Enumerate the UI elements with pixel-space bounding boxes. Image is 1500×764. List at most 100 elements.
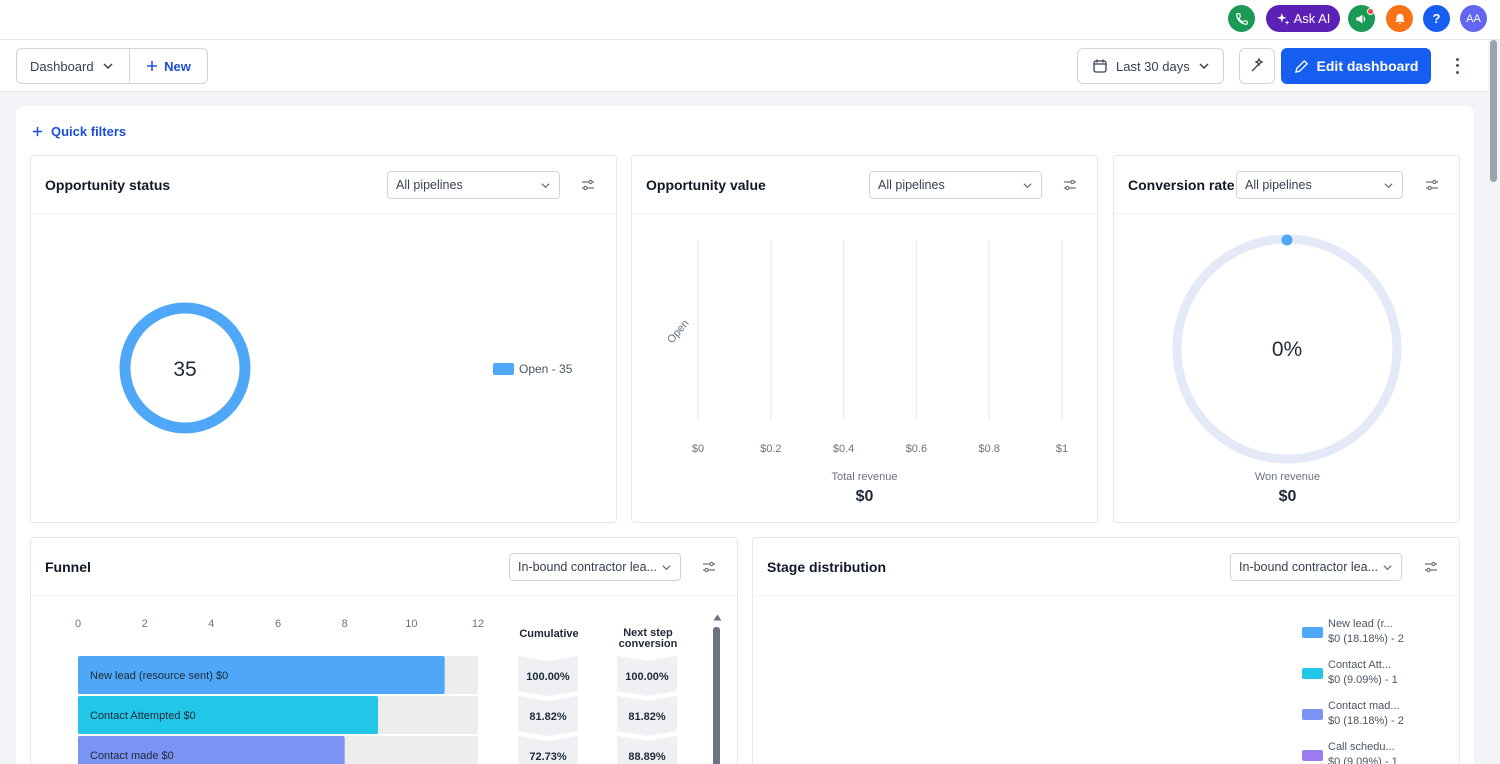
- stage-legend-item[interactable]: New lead (r... $0 (18.18%) - 2: [1302, 616, 1422, 650]
- next-step-cell: 88.89%: [617, 736, 677, 764]
- funnel-bar-label: New lead (resource sent) $0: [90, 670, 228, 682]
- cumulative-cell: 81.82%: [518, 696, 578, 736]
- funnel-x-tick-label: 8: [342, 618, 348, 630]
- percent-value: 88.89%: [628, 751, 666, 763]
- scroll-up-icon[interactable]: [713, 614, 722, 621]
- conversion-rate-card: Conversion rate All pipelines 0% Won rev…: [1113, 155, 1460, 523]
- sparkle-icon: [1276, 12, 1289, 25]
- settings-sliders-icon[interactable]: [1423, 559, 1439, 575]
- quick-filters-label: Quick filters: [51, 124, 127, 139]
- card-title: Conversion rate: [1128, 177, 1235, 193]
- pipeline-select-value: All pipelines: [396, 178, 463, 192]
- announcements-button[interactable]: [1348, 5, 1375, 32]
- stage-legend-item[interactable]: Contact Att... $0 (9.09%) - 1: [1302, 657, 1422, 691]
- avatar[interactable]: AA: [1460, 5, 1487, 32]
- pencil-icon: [1294, 59, 1308, 73]
- legend-swatch: [1302, 709, 1323, 720]
- calendar-icon: [1093, 59, 1107, 73]
- card-title: Stage distribution: [767, 559, 886, 575]
- legend-stage-name: New lead (r...: [1328, 618, 1393, 630]
- date-range-dropdown[interactable]: Last 30 days: [1077, 48, 1224, 84]
- top-header: Ask AI ? AA: [0, 0, 1500, 40]
- funnel-scrollbar[interactable]: [712, 614, 722, 764]
- legend-stage-name: Contact Att...: [1328, 659, 1391, 671]
- more-options-button[interactable]: [1449, 56, 1465, 76]
- magic-wand-icon: [1251, 58, 1264, 72]
- notification-dot: [1367, 8, 1374, 15]
- funnel-x-tick-label: 12: [472, 618, 484, 630]
- card-title: Opportunity value: [646, 177, 766, 193]
- gauge-marker: [1281, 234, 1293, 246]
- funnel-bar-label: Contact Attempted $0: [90, 710, 196, 722]
- pipeline-select-value: All pipelines: [878, 178, 945, 192]
- notifications-button[interactable]: [1386, 5, 1413, 32]
- dashboard-selector-group: Dashboard New: [16, 48, 208, 84]
- settings-sliders-icon[interactable]: [580, 177, 596, 193]
- new-label: New: [164, 58, 191, 74]
- kebab-dot: [1455, 64, 1459, 68]
- value-x-tick-label: $1: [1056, 443, 1068, 455]
- chevron-down-icon: [541, 183, 550, 189]
- funnel-x-tick-label: 4: [208, 618, 214, 630]
- next-step-cell: 100.00%: [617, 656, 677, 696]
- settings-sliders-icon[interactable]: [1424, 177, 1440, 193]
- kebab-dot: [1455, 57, 1459, 61]
- funnel-x-tick-label: 2: [142, 618, 148, 630]
- settings-sliders-icon[interactable]: [701, 559, 717, 575]
- legend-swatch: [1302, 668, 1323, 679]
- stage-legend-item[interactable]: Call schedu... $0 (9.09%) - 1: [1302, 739, 1422, 764]
- pipeline-select-value: In-bound contractor lea...: [518, 560, 657, 574]
- page-scrollbar[interactable]: [1488, 40, 1500, 764]
- funnel-bars: New lead (resource sent) $0 Contact Attem…: [78, 656, 478, 764]
- stage-legend-item[interactable]: Contact mad... $0 (18.18%) - 2: [1302, 698, 1422, 732]
- funnel-card: Funnel In-bound contractor lea... 024681…: [30, 537, 738, 764]
- magic-wand-button[interactable]: [1239, 48, 1275, 84]
- megaphone-icon: [1355, 14, 1365, 23]
- conversion-rate-value: 0%: [1272, 338, 1302, 361]
- legend-stage-detail: $0 (18.18%) - 2: [1328, 633, 1404, 645]
- chevron-down-icon: [1384, 183, 1393, 189]
- funnel-scrollbar-thumb[interactable]: [713, 627, 720, 764]
- legend-label: Open - 35: [519, 362, 573, 376]
- pipeline-select[interactable]: In-bound contractor lea...: [1230, 553, 1402, 581]
- date-range-label: Last 30 days: [1116, 58, 1190, 74]
- scrollbar-thumb[interactable]: [1490, 40, 1497, 182]
- legend-stage-name: Contact mad...: [1328, 700, 1400, 712]
- won-revenue-value: $0: [1278, 488, 1297, 505]
- card-title: Opportunity status: [45, 177, 171, 193]
- percent-value: 81.82%: [529, 711, 567, 723]
- settings-sliders-icon[interactable]: [1062, 177, 1078, 193]
- value-x-tick-label: $0.8: [978, 443, 999, 455]
- ask-ai-button[interactable]: Ask AI: [1266, 5, 1340, 32]
- total-revenue-label: Total revenue: [831, 471, 898, 483]
- status-legend-item[interactable]: Open - 35: [493, 362, 572, 376]
- dashboard-dropdown[interactable]: Dashboard: [17, 49, 130, 83]
- avatar-initials: AA: [1466, 12, 1481, 25]
- percent-value: 100.00%: [625, 671, 669, 683]
- pipeline-select[interactable]: All pipelines: [387, 171, 560, 199]
- dashboard-label: Dashboard: [30, 58, 94, 74]
- pipeline-select[interactable]: All pipelines: [1236, 171, 1403, 199]
- card-title: Funnel: [45, 559, 91, 575]
- help-button[interactable]: ?: [1423, 5, 1450, 32]
- phone-button[interactable]: [1228, 5, 1255, 32]
- value-x-tick-label: $0: [692, 443, 704, 455]
- opportunity-value-card: Opportunity value All pipelines $0 $0.2 $0…: [631, 155, 1098, 523]
- chevron-down-icon: [1023, 183, 1032, 189]
- value-y-category: Open: [665, 318, 691, 346]
- legend-swatch: [493, 363, 514, 375]
- legend-stage-name: Call schedu...: [1328, 741, 1395, 753]
- total-revenue-value: $0: [855, 488, 874, 505]
- value-x-tick-label: $0.4: [833, 443, 854, 455]
- value-gridlines: [697, 240, 1063, 420]
- quick-filters-button[interactable]: Quick filters: [32, 124, 126, 139]
- new-dashboard-button[interactable]: New: [130, 49, 207, 83]
- pipeline-select[interactable]: In-bound contractor lea...: [509, 553, 681, 581]
- pipeline-select[interactable]: All pipelines: [869, 171, 1042, 199]
- bell-icon: [1394, 13, 1405, 24]
- donut-center-value: 35: [173, 358, 196, 381]
- legend-stage-detail: $0 (9.09%) - 1: [1328, 756, 1398, 764]
- funnel-x-tick-label: 0: [75, 618, 81, 630]
- value-x-tick-label: $0.2: [760, 443, 781, 455]
- edit-dashboard-button[interactable]: Edit dashboard: [1281, 48, 1431, 84]
